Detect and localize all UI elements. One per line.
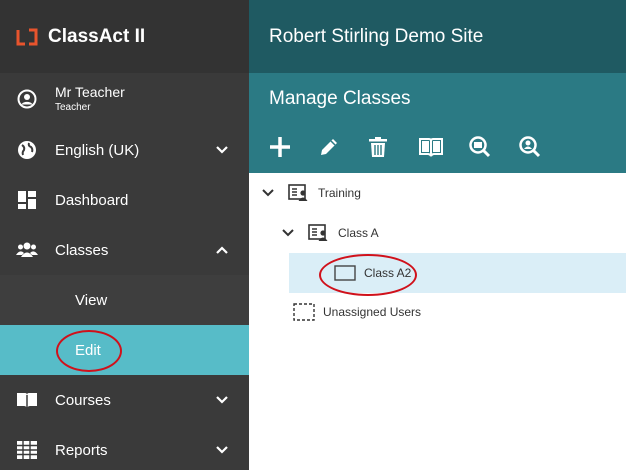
- sidebar-item-language[interactable]: English (UK): [0, 125, 249, 175]
- chevron-down-icon[interactable]: [282, 227, 294, 239]
- sidebar-item-reports[interactable]: Reports: [0, 425, 249, 470]
- tree-node-label: Class A: [338, 226, 379, 240]
- brand-header: ClassAct II: [0, 0, 249, 73]
- tree-node-unassigned[interactable]: Unassigned Users: [293, 292, 626, 332]
- pencil-icon: [321, 139, 337, 155]
- tree-node-class-a2[interactable]: Class A2: [289, 253, 626, 293]
- tree-node-label: Unassigned Users: [323, 305, 422, 319]
- sidebar-item-courses[interactable]: Courses: [0, 375, 249, 425]
- app-name: ClassAct II: [48, 26, 145, 48]
- empty-class-icon: [334, 263, 356, 283]
- sidebar-item-classes[interactable]: Classes: [0, 225, 249, 275]
- sidebar-subitem-edit[interactable]: Edit: [0, 325, 249, 375]
- search-class-button[interactable]: [469, 133, 519, 161]
- tree-node-class-a[interactable]: Class A: [282, 213, 626, 253]
- sidebar-item-dashboard[interactable]: Dashboard: [0, 175, 249, 225]
- tree-node-label: Class A2: [364, 266, 412, 280]
- user-name: Mr Teacher: [55, 83, 125, 100]
- users-icon: [16, 239, 38, 261]
- tree-node-label: Training: [318, 186, 361, 200]
- delete-button[interactable]: [369, 133, 419, 161]
- sidebar-item-label: Dashboard: [55, 191, 129, 209]
- search-doc-icon: [469, 136, 491, 158]
- user-role: Teacher: [55, 102, 91, 114]
- app-name-main: ClassAct: [48, 25, 130, 47]
- sidebar-subitem-view[interactable]: View: [0, 275, 249, 325]
- chevron-down-icon: [215, 143, 229, 157]
- site-header: Robert Stirling Demo Site: [249, 0, 626, 73]
- sidebar-item-label: Classes: [55, 241, 109, 259]
- toolbar: [269, 133, 569, 161]
- search-user-icon: [519, 136, 541, 158]
- chevron-down-icon: [215, 443, 229, 457]
- globe-icon: [16, 139, 38, 161]
- lj-logo-icon: [16, 28, 38, 46]
- dashed-box-icon: [293, 302, 315, 322]
- plus-icon: [270, 137, 290, 157]
- site-title: Robert Stirling Demo Site: [269, 25, 484, 47]
- sidebar-item-label: Reports: [55, 441, 108, 459]
- class-tree: Training Class A Class A2 Unassigned Use…: [249, 173, 626, 470]
- courses-button[interactable]: [419, 133, 469, 161]
- sidebar-subitem-label: Edit: [75, 341, 101, 359]
- table-icon: [16, 439, 38, 461]
- sidebar-subitem-label: View: [75, 291, 108, 309]
- trash-icon: [369, 137, 387, 157]
- book-icon: [16, 389, 38, 411]
- group-card-icon: [288, 183, 310, 203]
- dashboard-icon: [16, 189, 38, 211]
- sidebar: ClassAct II Mr Teacher Teacher English (…: [0, 0, 249, 470]
- group-card-icon: [308, 223, 330, 243]
- sidebar-user[interactable]: Mr Teacher Teacher: [0, 73, 249, 125]
- tree-node-training[interactable]: Training: [262, 173, 626, 213]
- edit-button[interactable]: [319, 133, 369, 161]
- page-title: Manage Classes: [269, 88, 411, 109]
- sidebar-item-label: Courses: [55, 391, 111, 409]
- app-name-suffix: II: [134, 25, 146, 47]
- user-circle-icon: [16, 88, 38, 110]
- book-open-icon: [419, 138, 443, 157]
- add-button[interactable]: [269, 133, 319, 161]
- sidebar-item-label: English (UK): [55, 141, 140, 159]
- page-header: Manage Classes: [249, 73, 626, 173]
- chevron-down-icon: [215, 393, 229, 407]
- chevron-down-icon[interactable]: [262, 187, 274, 199]
- search-user-button[interactable]: [519, 133, 569, 161]
- chevron-up-icon: [215, 243, 229, 257]
